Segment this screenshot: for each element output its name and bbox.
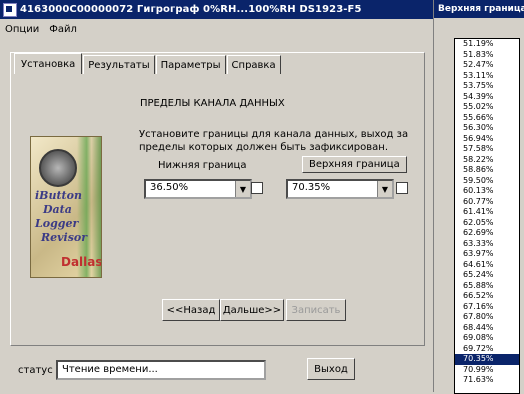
value-list-item[interactable]: 66.52% bbox=[455, 291, 519, 302]
value-list-item[interactable]: 56.30% bbox=[455, 123, 519, 134]
value-list-item[interactable]: 61.41% bbox=[455, 207, 519, 218]
ibutton-logo-image: iButton Data Logger Revisor Dallas bbox=[30, 136, 102, 278]
back-button[interactable]: <<Назад bbox=[162, 299, 220, 321]
value-list[interactable]: 51.19% 51.83% 52.47% 53.11% 53.75% 54.39% 55.0… bbox=[454, 38, 520, 394]
dropdown-window: Верхняя граница 51.19% 51.83% 52.47% 53.11%… bbox=[434, 0, 524, 394]
chevron-down-icon[interactable]: ▼ bbox=[235, 181, 250, 197]
value-list-item[interactable]: 51.19% bbox=[455, 39, 519, 50]
window-title: 4163000C00000072 Гигрограф 0%RH...100%RH… bbox=[20, 4, 362, 15]
value-list-item[interactable]: 57.58% bbox=[455, 144, 519, 155]
value-list-item[interactable]: 65.24% bbox=[455, 270, 519, 281]
book-line: Logger bbox=[35, 217, 79, 230]
menu-bar: Опции Файл bbox=[0, 20, 433, 38]
value-list-item[interactable]: 55.66% bbox=[455, 113, 519, 124]
status-text: Чтение времени... bbox=[62, 364, 158, 375]
value-list-item[interactable]: 53.75% bbox=[455, 81, 519, 92]
value-list-item[interactable]: 60.13% bbox=[455, 186, 519, 197]
app-icon bbox=[3, 2, 17, 17]
value-list-item[interactable]: 62.69% bbox=[455, 228, 519, 239]
value-list-item[interactable]: 69.08% bbox=[455, 333, 519, 344]
value-list-item[interactable]: 54.39% bbox=[455, 92, 519, 103]
value-list-item[interactable]: 63.33% bbox=[455, 239, 519, 250]
book-line: Revisor bbox=[41, 231, 88, 244]
menu-options[interactable]: Опции bbox=[0, 24, 44, 35]
chevron-down-icon[interactable]: ▼ bbox=[377, 181, 392, 197]
value-list-item[interactable]: 70.99% bbox=[455, 365, 519, 376]
value-list-item[interactable]: 62.05% bbox=[455, 218, 519, 229]
value-list-item[interactable]: 65.88% bbox=[455, 281, 519, 292]
value-list-item[interactable]: 52.47% bbox=[455, 60, 519, 71]
dropdown-title-bar[interactable]: Верхняя граница bbox=[434, 0, 524, 18]
value-list-item[interactable]: 69.72% bbox=[455, 344, 519, 355]
value-list-item[interactable]: 60.77% bbox=[455, 197, 519, 208]
value-list-item[interactable]: 56.94% bbox=[455, 134, 519, 145]
tab-strip: Установка Результаты Параметры Справка bbox=[14, 53, 282, 74]
value-list-item[interactable]: 63.97% bbox=[455, 249, 519, 260]
section-description: Установите границы для канала данных, вы… bbox=[139, 129, 409, 153]
value-list-item[interactable]: 58.22% bbox=[455, 155, 519, 166]
next-button[interactable]: Дальше>> bbox=[220, 299, 284, 321]
book-line: Data bbox=[43, 203, 72, 216]
low-limit-label: Нижняя граница bbox=[158, 160, 247, 171]
seal-icon bbox=[39, 149, 77, 187]
book-line: iButton bbox=[35, 189, 82, 202]
value-list-item[interactable]: 53.11% bbox=[455, 71, 519, 82]
value-list-item[interactable]: 71.63% bbox=[455, 375, 519, 386]
value-list-item[interactable]: 67.16% bbox=[455, 302, 519, 313]
dropdown-title: Верхняя граница bbox=[438, 4, 524, 14]
tab-help[interactable]: Справка bbox=[226, 55, 281, 74]
value-list-item[interactable]: 55.02% bbox=[455, 102, 519, 113]
high-limit-select[interactable]: 70.35% ▼ bbox=[286, 179, 394, 199]
value-list-item[interactable]: 70.35% bbox=[455, 354, 519, 365]
tab-results[interactable]: Результаты bbox=[83, 55, 155, 74]
high-limit-value: 70.35% bbox=[292, 182, 331, 193]
low-limit-value: 36.50% bbox=[150, 182, 189, 193]
low-limit-checkbox[interactable] bbox=[251, 182, 263, 194]
value-list-item[interactable]: 51.83% bbox=[455, 50, 519, 61]
value-list-item[interactable]: 59.50% bbox=[455, 176, 519, 187]
low-limit-select[interactable]: 36.50% ▼ bbox=[144, 179, 252, 199]
high-limit-label[interactable]: Верхняя граница bbox=[302, 156, 407, 173]
tab-setup[interactable]: Установка bbox=[14, 53, 83, 74]
title-bar[interactable]: 4163000C00000072 Гигрограф 0%RH...100%RH… bbox=[0, 0, 433, 19]
value-list-item[interactable]: 58.86% bbox=[455, 165, 519, 176]
tab-parameters[interactable]: Параметры bbox=[155, 55, 226, 74]
status-label: статус bbox=[18, 365, 53, 376]
status-field: Чтение времени... bbox=[56, 360, 266, 380]
dallas-logo: Dallas bbox=[61, 255, 102, 269]
value-list-item[interactable]: 64.61% bbox=[455, 260, 519, 271]
menu-file[interactable]: Файл bbox=[44, 24, 82, 35]
section-heading: ПРЕДЕЛЫ КАНАЛА ДАННЫХ bbox=[140, 98, 285, 109]
value-list-item[interactable]: 68.44% bbox=[455, 323, 519, 334]
value-list-item[interactable]: 67.80% bbox=[455, 312, 519, 323]
write-button[interactable]: Записать bbox=[286, 299, 346, 321]
exit-button[interactable]: Выход bbox=[307, 358, 355, 380]
main-window: 4163000C00000072 Гигрограф 0%RH...100%RH… bbox=[0, 0, 434, 392]
high-limit-checkbox[interactable] bbox=[396, 182, 408, 194]
